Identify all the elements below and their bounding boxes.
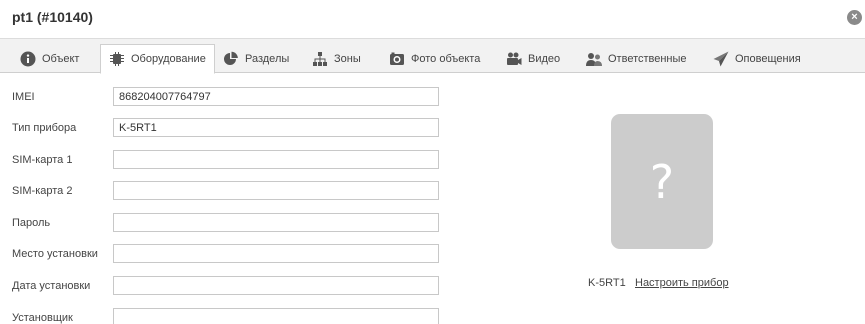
device-type-field[interactable] bbox=[113, 118, 439, 137]
question-mark-icon: ? bbox=[649, 154, 675, 209]
video-camera-icon bbox=[507, 52, 522, 65]
pie-chart-icon bbox=[224, 51, 238, 65]
tab-label: Объект bbox=[42, 53, 80, 65]
page-title: pt1 (#10140) bbox=[12, 9, 93, 25]
tab-responsible[interactable]: Ответственные bbox=[586, 44, 687, 74]
sim1-label: SIM-карта 1 bbox=[12, 154, 73, 166]
close-icon: × bbox=[851, 11, 858, 23]
install-location-label: Место установки bbox=[12, 248, 98, 260]
imei-field[interactable] bbox=[113, 87, 439, 106]
tab-zones[interactable]: Зоны bbox=[312, 44, 361, 74]
tab-bar: Объект Оборудование Разделы Зоны Фото об… bbox=[0, 38, 865, 74]
close-button[interactable]: × bbox=[847, 10, 862, 25]
configure-device-link[interactable]: Настроить прибор bbox=[635, 277, 729, 289]
camera-icon bbox=[390, 52, 404, 65]
tab-notifications[interactable]: Оповещения bbox=[713, 44, 801, 74]
tab-object-photo[interactable]: Фото объекта bbox=[389, 44, 480, 74]
password-label: Пароль bbox=[12, 217, 51, 229]
tab-label: Зоны bbox=[334, 53, 361, 65]
tab-sections[interactable]: Разделы bbox=[223, 44, 289, 74]
sim2-field[interactable] bbox=[113, 181, 439, 200]
tab-object[interactable]: Объект bbox=[12, 44, 88, 74]
info-icon bbox=[20, 51, 36, 67]
tab-label: Оповещения bbox=[735, 53, 801, 65]
tab-video[interactable]: Видео bbox=[506, 44, 560, 74]
tab-label: Фото объекта bbox=[411, 53, 481, 65]
installer-label: Установщик bbox=[12, 312, 73, 324]
tab-label: Видео bbox=[528, 53, 561, 65]
tab-label: Ответственные bbox=[608, 53, 687, 65]
hierarchy-icon bbox=[313, 52, 327, 66]
install-location-field[interactable] bbox=[113, 244, 439, 263]
password-field[interactable] bbox=[113, 213, 439, 232]
device-image-placeholder: ? bbox=[611, 114, 713, 249]
chip-icon bbox=[110, 52, 124, 66]
tab-label: Разделы bbox=[245, 53, 290, 65]
users-icon bbox=[586, 53, 602, 66]
tab-label: Оборудование bbox=[131, 53, 206, 65]
send-icon bbox=[713, 51, 729, 67]
sim2-label: SIM-карта 2 bbox=[12, 185, 73, 197]
imei-label: IMEI bbox=[12, 91, 35, 103]
install-date-label: Дата установки bbox=[12, 280, 91, 292]
install-date-field[interactable] bbox=[113, 276, 439, 295]
device-model-label: K-5RT1 bbox=[588, 277, 626, 289]
installer-field[interactable] bbox=[113, 308, 439, 324]
device-type-label: Тип прибора bbox=[12, 122, 77, 134]
tab-equipment[interactable]: Оборудование bbox=[100, 44, 215, 74]
sim1-field[interactable] bbox=[113, 150, 439, 169]
